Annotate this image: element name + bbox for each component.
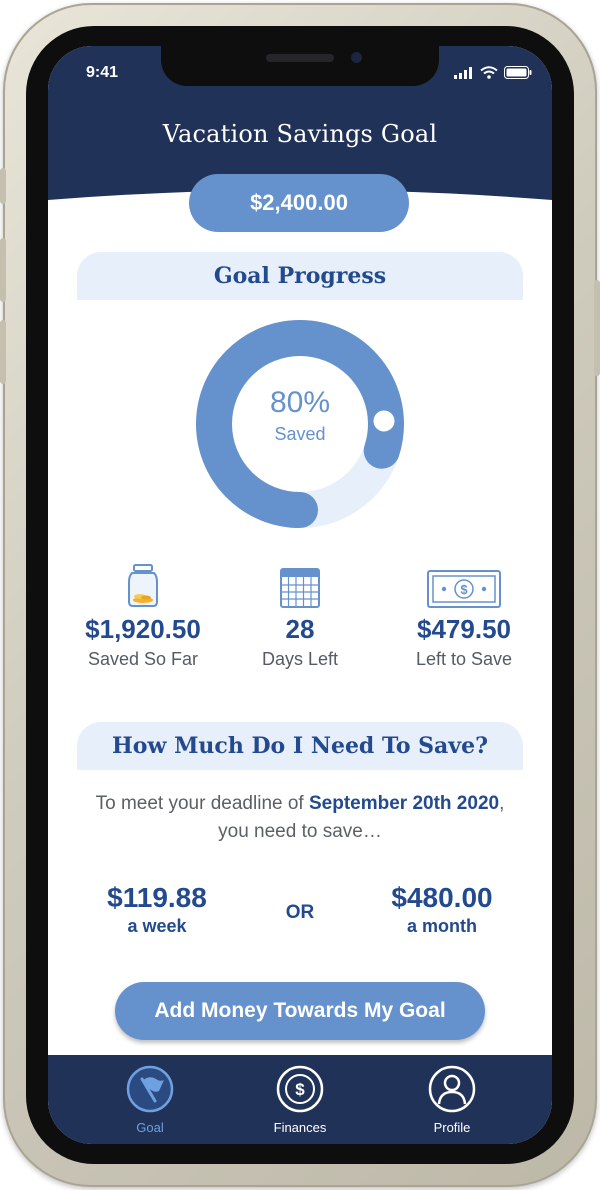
donut-center: 80% Saved — [194, 386, 406, 445]
weekly-savings: $119.88 a week — [67, 882, 247, 937]
svg-text:$: $ — [295, 1080, 305, 1099]
monthly-amount: $480.00 — [391, 882, 493, 913]
status-icons — [454, 66, 532, 79]
app-screen: 9:41 Vacation Savings Goal $2,400.00 Goa… — [48, 46, 552, 1144]
tab-goal[interactable]: Goal — [95, 1065, 205, 1135]
days-left-value: 28 — [285, 614, 315, 644]
page-title: Vacation Savings Goal — [162, 120, 438, 148]
left-to-save-value: $479.50 — [417, 614, 511, 644]
percent-caption: Saved — [274, 424, 326, 444]
phone-notch — [161, 46, 439, 86]
status-time: 9:41 — [86, 64, 119, 81]
stat-saved-so-far: $1,920.50 Saved So Far — [58, 562, 228, 670]
saved-so-far-value: $1,920.50 — [85, 614, 201, 644]
tab-profile[interactable]: Profile — [397, 1065, 507, 1135]
goal-amount-badge: $2,400.00 — [189, 174, 409, 232]
savings-plan-description: To meet your deadline of September 20th … — [88, 790, 512, 846]
tab-profile-label: Profile — [433, 1120, 471, 1135]
front-camera — [351, 52, 362, 63]
weekly-unit: a week — [127, 916, 187, 936]
saved-so-far-label: Saved So Far — [87, 649, 199, 669]
signal-icon — [454, 66, 472, 79]
stat-days-left: 28 Days Left — [215, 562, 385, 670]
days-left-label: Days Left — [261, 649, 339, 669]
add-money-button[interactable]: Add Money Towards My Goal — [115, 982, 485, 1040]
jar-icon — [128, 564, 158, 607]
tab-finances[interactable]: $ Finances — [245, 1065, 355, 1135]
tab-finances-label: Finances — [273, 1120, 327, 1135]
tab-goal-label: Goal — [136, 1120, 164, 1135]
bottom-tab-bar: Goal $ Finances Profile — [48, 1055, 552, 1144]
percent-saved: 80% — [269, 386, 331, 419]
mute-switch — [0, 168, 6, 204]
cash-icon: $ — [427, 570, 501, 608]
power-button — [594, 280, 600, 376]
volume-up-button — [0, 238, 6, 302]
savings-plan-heading: How Much Do I Need To Save? — [77, 722, 523, 770]
dollar-coin-icon: $ — [276, 1065, 324, 1113]
or-separator: OR — [285, 902, 315, 923]
deadline-date: September 20th 2020 — [308, 793, 500, 814]
volume-down-button — [0, 320, 6, 384]
svg-text:$: $ — [460, 582, 468, 597]
monthly-unit: a month — [407, 916, 477, 936]
calendar-icon — [280, 568, 320, 608]
description-lead-text: To meet your deadline of — [95, 793, 309, 814]
left-to-save-label: Left to Save — [415, 649, 513, 669]
stat-left-to-save: $ $479.50 Left to Save — [379, 562, 549, 670]
weekly-amount: $119.88 — [107, 882, 207, 913]
battery-icon — [504, 66, 532, 79]
monthly-savings: $480.00 a month — [352, 882, 532, 937]
goal-progress-heading: Goal Progress — [77, 252, 523, 300]
speaker-grille — [266, 54, 334, 62]
wifi-icon — [480, 66, 498, 79]
flag-icon — [126, 1065, 174, 1113]
user-icon — [428, 1065, 476, 1113]
